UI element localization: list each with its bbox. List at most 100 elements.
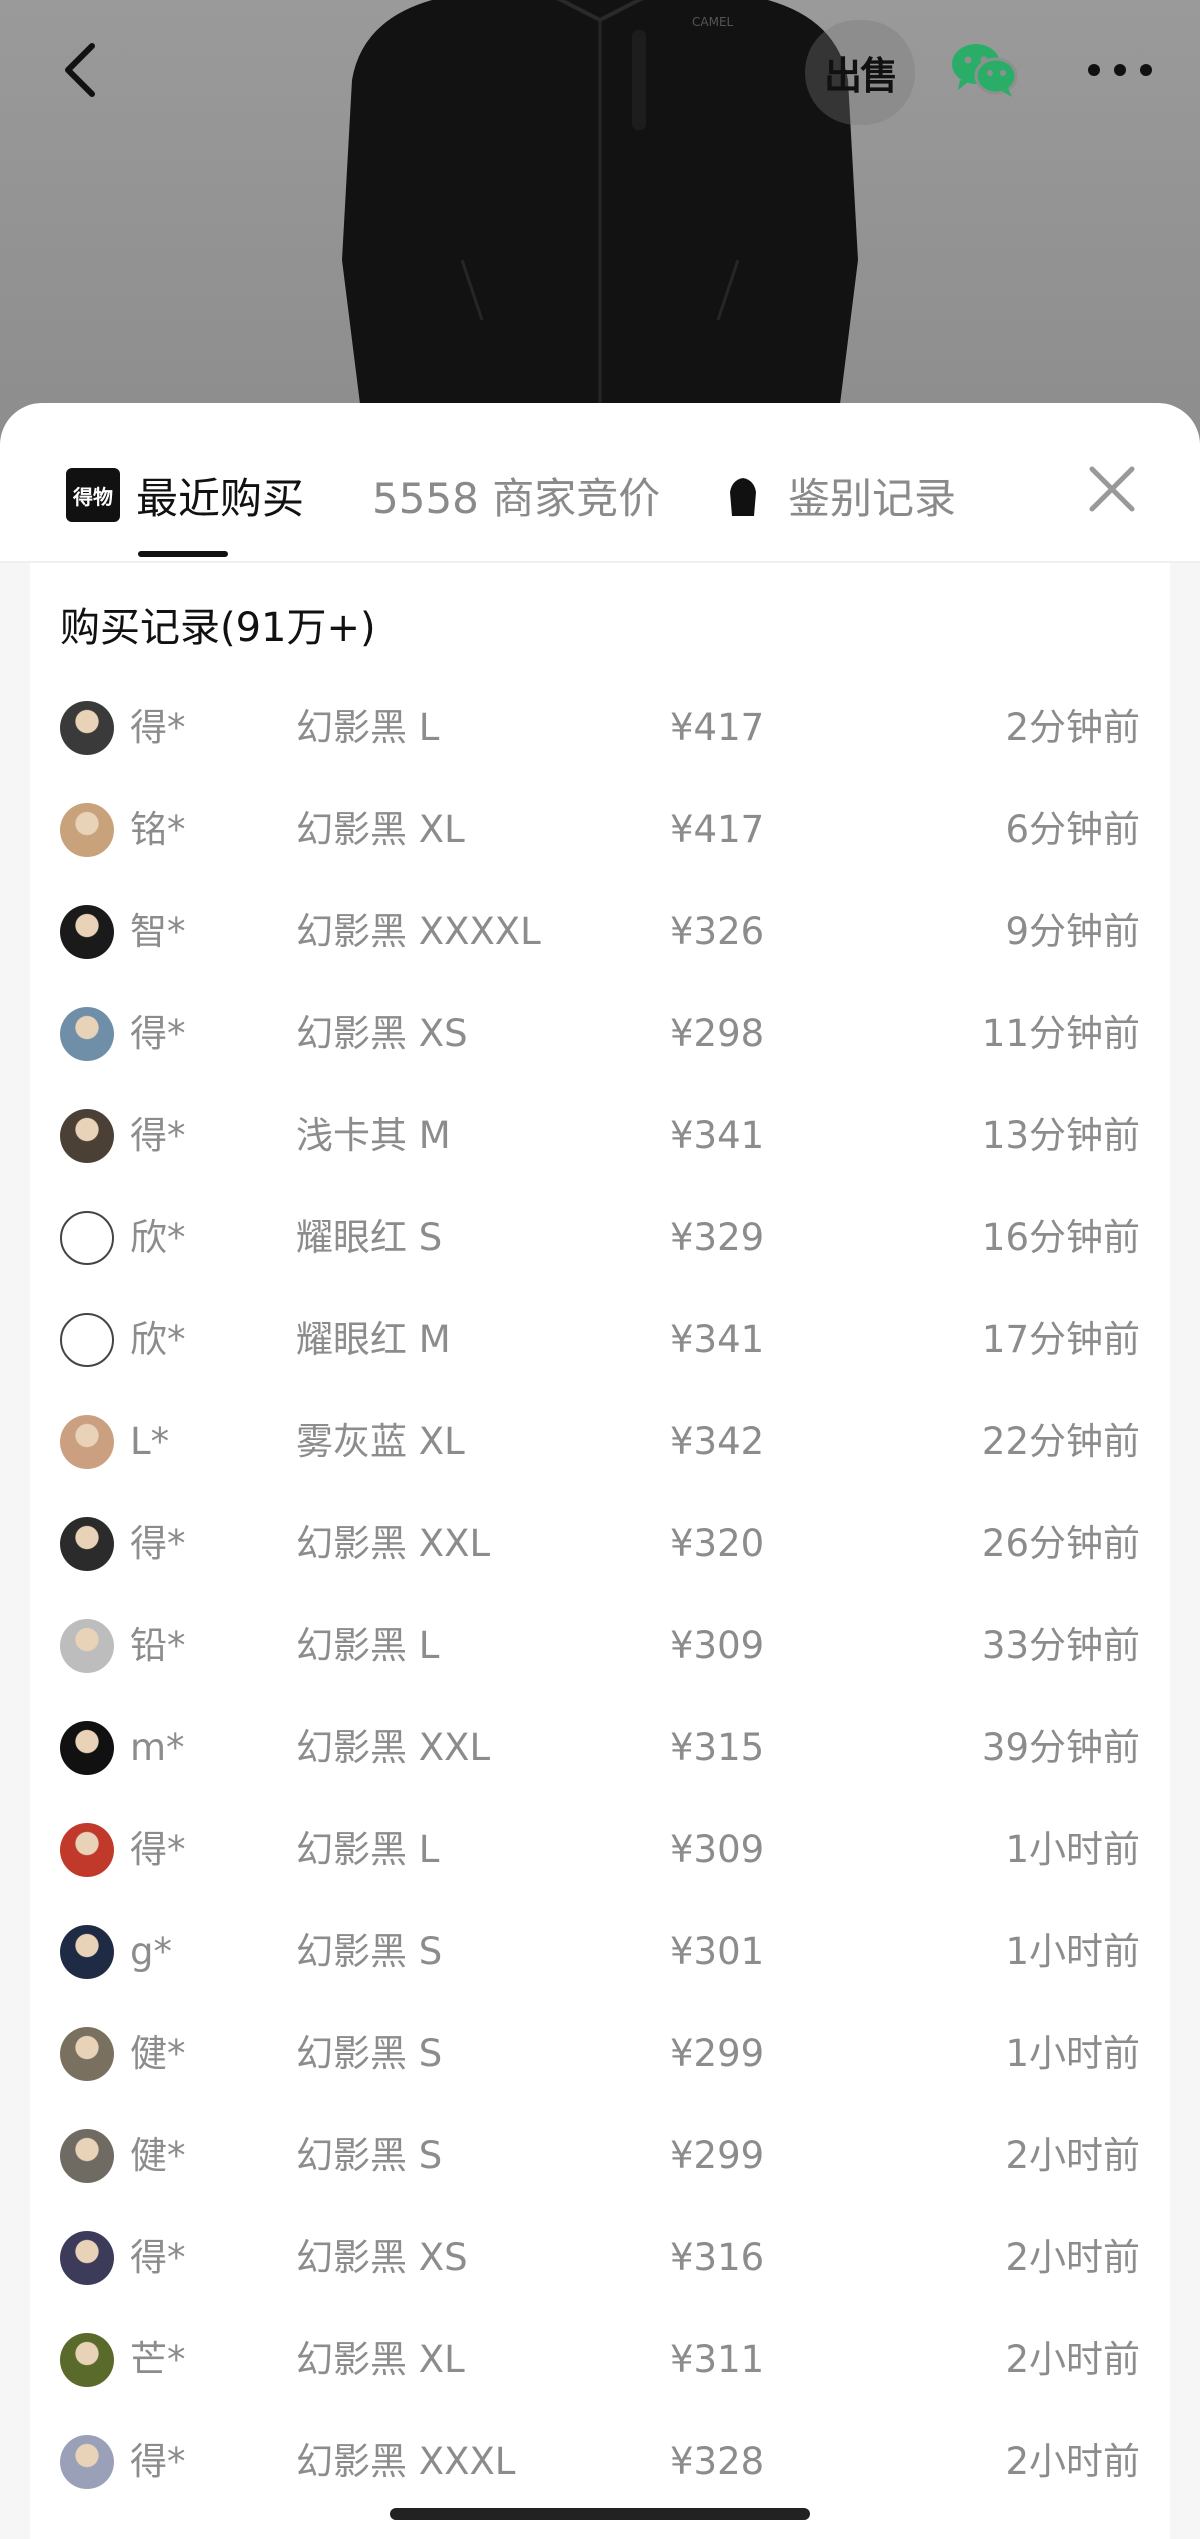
wechat-share-button[interactable]: [945, 30, 1025, 110]
purchase-record-row[interactable]: g* 幻影黑 S ¥301 1小时前: [30, 1903, 1170, 2005]
purchase-price: ¥329: [670, 1216, 765, 1259]
product-spec: 雾灰蓝 XL: [296, 1420, 465, 1463]
user-avatar[interactable]: [60, 1823, 114, 1877]
user-name: 得*: [130, 1828, 186, 1871]
records-title: 购买记录(91万+): [60, 605, 376, 651]
purchase-price: ¥417: [670, 706, 765, 749]
purchase-record-row[interactable]: 得* 幻影黑 XXXL ¥328 2小时前: [30, 2413, 1170, 2515]
user-name: 欣*: [130, 1318, 186, 1361]
purchase-price: ¥328: [670, 2440, 765, 2483]
purchase-price: ¥341: [670, 1318, 765, 1361]
purchase-record-row[interactable]: 健* 幻影黑 S ¥299 1小时前: [30, 2005, 1170, 2107]
user-name: 得*: [130, 2440, 186, 2483]
user-name: 铭*: [130, 808, 186, 851]
user-avatar[interactable]: [60, 2435, 114, 2489]
purchase-record-row[interactable]: 得* 幻影黑 L ¥417 2分钟前: [30, 679, 1170, 781]
tab-recent-label: 最近购买: [136, 473, 305, 523]
purchase-price: ¥315: [670, 1726, 765, 1769]
purchase-record-row[interactable]: L* 雾灰蓝 XL ¥342 22分钟前: [30, 1393, 1170, 1495]
purchase-time: 26分钟前: [981, 1522, 1140, 1565]
product-spec: 幻影黑 XXL: [296, 1726, 491, 1769]
dewu-logo-icon: 得物: [66, 468, 120, 522]
product-spec: 幻影黑 L: [296, 706, 440, 749]
sell-label: 出售: [823, 54, 898, 98]
purchase-price: ¥342: [670, 1420, 765, 1463]
product-spec: 耀眼红 M: [296, 1318, 451, 1361]
purchase-record-row[interactable]: 智* 幻影黑 XXXXL ¥326 9分钟前: [30, 883, 1170, 985]
user-avatar[interactable]: [60, 1925, 114, 1979]
purchase-record-row[interactable]: m* 幻影黑 XXL ¥315 39分钟前: [30, 1699, 1170, 1801]
product-spec: 幻影黑 S: [296, 2134, 443, 2177]
product-spec: 幻影黑 XS: [296, 2236, 468, 2279]
purchase-record-row[interactable]: 得* 浅卡其 M ¥341 13分钟前: [30, 1087, 1170, 1189]
purchase-time: 2小时前: [1005, 2134, 1140, 2177]
user-name: 得*: [130, 706, 186, 749]
tab-recent-purchases[interactable]: 得物 最近购买: [66, 463, 304, 527]
tab-merchant-bids[interactable]: 5558 商家竞价: [372, 463, 660, 527]
user-name: L*: [130, 1420, 170, 1463]
purchase-record-row[interactable]: 得* 幻影黑 XXL ¥320 26分钟前: [30, 1495, 1170, 1597]
user-avatar[interactable]: [60, 2333, 114, 2387]
purchase-price: ¥309: [670, 1828, 765, 1871]
user-avatar[interactable]: [60, 2027, 114, 2081]
tab-bar: 得物 最近购买 5558 商家竞价 鉴别记录: [0, 403, 1200, 563]
product-spec: 幻影黑 XXXXL: [296, 910, 541, 953]
user-name: 智*: [130, 910, 186, 953]
purchase-price: ¥311: [670, 2338, 765, 2381]
product-spec: 幻影黑 XXL: [296, 1522, 491, 1565]
purchase-record-row[interactable]: 得* 幻影黑 L ¥309 1小时前: [30, 1801, 1170, 1903]
close-button[interactable]: [1082, 459, 1142, 519]
user-avatar[interactable]: [60, 905, 114, 959]
user-avatar[interactable]: [60, 1313, 114, 1367]
purchase-record-row[interactable]: 欣* 耀眼红 S ¥329 16分钟前: [30, 1189, 1170, 1291]
purchase-time: 1小时前: [1005, 1828, 1140, 1871]
user-avatar[interactable]: [60, 1109, 114, 1163]
purchase-time: 1小时前: [1005, 2032, 1140, 2075]
purchase-time: 17分钟前: [981, 1318, 1140, 1361]
user-avatar[interactable]: [60, 1619, 114, 1673]
purchase-time: 13分钟前: [981, 1114, 1140, 1157]
purchase-time: 22分钟前: [981, 1420, 1140, 1463]
purchase-time: 39分钟前: [981, 1726, 1140, 1769]
user-avatar[interactable]: [60, 1517, 114, 1571]
product-spec: 幻影黑 XS: [296, 1012, 468, 1055]
purchase-time: 2小时前: [1005, 2440, 1140, 2483]
user-avatar[interactable]: [60, 1007, 114, 1061]
user-name: 铅*: [130, 1624, 186, 1667]
sell-button[interactable]: 出售: [805, 20, 915, 125]
more-options-button[interactable]: [1080, 30, 1160, 110]
back-button[interactable]: [50, 30, 110, 110]
user-avatar[interactable]: [60, 1415, 114, 1469]
user-name: 欣*: [130, 1216, 186, 1259]
purchase-record-row[interactable]: 欣* 耀眼红 M ¥341 17分钟前: [30, 1291, 1170, 1393]
purchase-record-row[interactable]: 得* 幻影黑 XS ¥316 2小时前: [30, 2209, 1170, 2311]
user-avatar[interactable]: [60, 2129, 114, 2183]
purchase-record-row[interactable]: 铭* 幻影黑 XL ¥417 6分钟前: [30, 781, 1170, 883]
user-avatar[interactable]: [60, 1211, 114, 1265]
purchase-records-sheet: 得物 最近购买 5558 商家竞价 鉴别记录 购买记录(91万+) 得* 幻影黑 …: [0, 403, 1200, 2539]
product-spec: 耀眼红 S: [296, 1216, 443, 1259]
user-avatar[interactable]: [60, 803, 114, 857]
purchase-record-row[interactable]: 芒* 幻影黑 XL ¥311 2小时前: [30, 2311, 1170, 2413]
records-panel[interactable]: 购买记录(91万+) 得* 幻影黑 L ¥417 2分钟前铭* 幻影黑 XL ¥417 6分…: [30, 563, 1170, 2539]
user-name: 得*: [130, 1114, 186, 1157]
purchase-record-row[interactable]: 铅* 幻影黑 L ¥309 33分钟前: [30, 1597, 1170, 1699]
home-indicator[interactable]: [390, 2508, 810, 2520]
product-spec: 幻影黑 XXXL: [296, 2440, 516, 2483]
user-avatar[interactable]: [60, 701, 114, 755]
product-spec: 幻影黑 S: [296, 1930, 443, 1973]
user-name: 芒*: [130, 2338, 186, 2381]
tab-auth-label: 鉴别记录: [788, 473, 957, 523]
active-tab-indicator: [138, 551, 228, 557]
top-nav-bar: 出售: [0, 0, 1200, 140]
more-dots-icon: [1088, 64, 1152, 76]
user-avatar[interactable]: [60, 1721, 114, 1775]
purchase-time: 2分钟前: [1005, 706, 1140, 749]
wechat-icon: [952, 44, 1018, 97]
records-list[interactable]: 得* 幻影黑 L ¥417 2分钟前铭* 幻影黑 XL ¥417 6分钟前智* 幻影黑 XXX…: [30, 679, 1170, 2515]
user-avatar[interactable]: [60, 2231, 114, 2285]
purchase-record-row[interactable]: 得* 幻影黑 XS ¥298 11分钟前: [30, 985, 1170, 1087]
purchase-record-row[interactable]: 健* 幻影黑 S ¥299 2小时前: [30, 2107, 1170, 2209]
tab-authentication-records[interactable]: 鉴别记录: [728, 463, 956, 527]
user-name: g*: [130, 1930, 172, 1973]
